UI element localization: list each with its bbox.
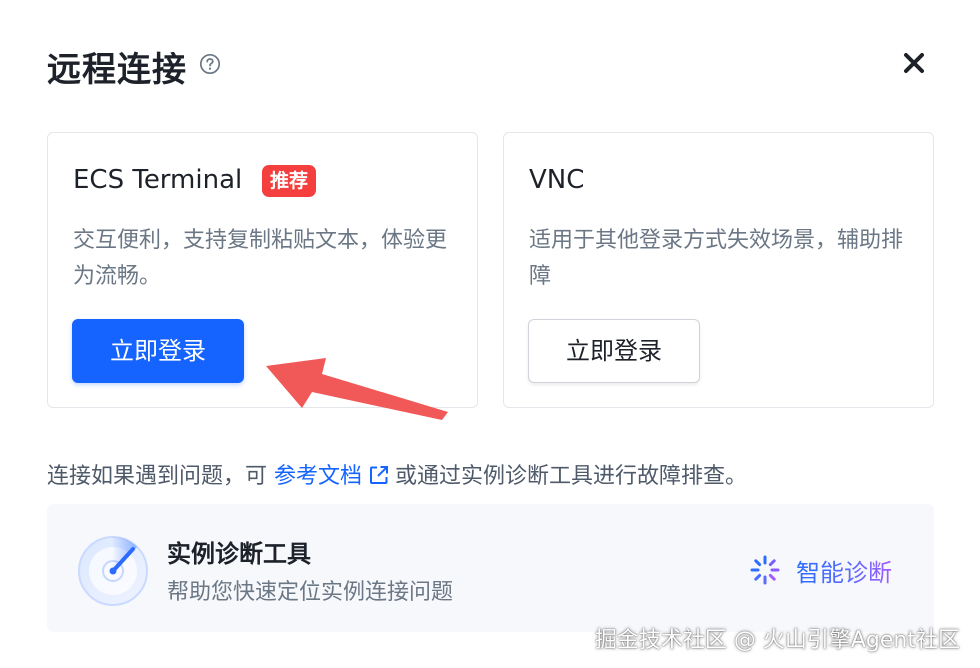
ecs-terminal-card: ECS Terminal 推荐 交互便利，支持复制粘贴文本，体验更为流畅。 立即… — [47, 132, 478, 408]
sparkle-icon — [750, 555, 780, 585]
smart-diagnosis-label: 智能诊断 — [796, 553, 892, 588]
vnc-card: VNC 适用于其他登录方式失效场景，辅助排障 立即登录 — [503, 132, 934, 408]
diagnosis-tool-title: 实例诊断工具 — [167, 540, 311, 568]
ecs-terminal-description: 交互便利，支持复制粘贴文本，体验更为流畅。 — [73, 228, 448, 289]
diagnosis-radar-icon — [78, 536, 148, 606]
vnc-title: VNC — [529, 165, 585, 195]
info-suffix: 或通过实例诊断工具进行故障排查。 — [395, 464, 748, 489]
help-info-line: 连接如果遇到问题，可 参考文档 或通过实例诊断工具进行故障排查。 — [47, 458, 747, 490]
info-prefix: 连接如果遇到问题，可 — [47, 464, 274, 489]
diagnosis-tool-panel: 实例诊断工具 帮助您快速定位实例连接问题 智能诊断 — [47, 504, 934, 632]
diagnosis-tool-description: 帮助您快速定位实例连接问题 — [167, 580, 454, 605]
question-circle-icon[interactable] — [199, 53, 221, 75]
smart-diagnosis-button[interactable]: 智能诊断 — [750, 552, 892, 588]
remote-connection-dialog: 远程连接 ECS Terminal 推荐 交互便利，支持复制粘贴文本，体验更为流… — [0, 0, 980, 668]
vnc-description: 适用于其他登录方式失效场景，辅助排障 — [529, 228, 904, 289]
close-icon[interactable] — [898, 47, 930, 79]
reference-doc-link[interactable]: 参考文档 — [274, 464, 362, 489]
ecs-login-button[interactable]: 立即登录 — [72, 319, 244, 383]
watermark-text: 掘金技术社区 @ 火山引擎Agent社区 — [594, 628, 960, 653]
external-link-icon[interactable] — [368, 464, 390, 486]
dialog-title: 远程连接 — [47, 50, 187, 90]
recommended-badge: 推荐 — [262, 165, 317, 197]
vnc-login-button[interactable]: 立即登录 — [528, 319, 700, 383]
ecs-terminal-title: ECS Terminal — [73, 165, 243, 195]
